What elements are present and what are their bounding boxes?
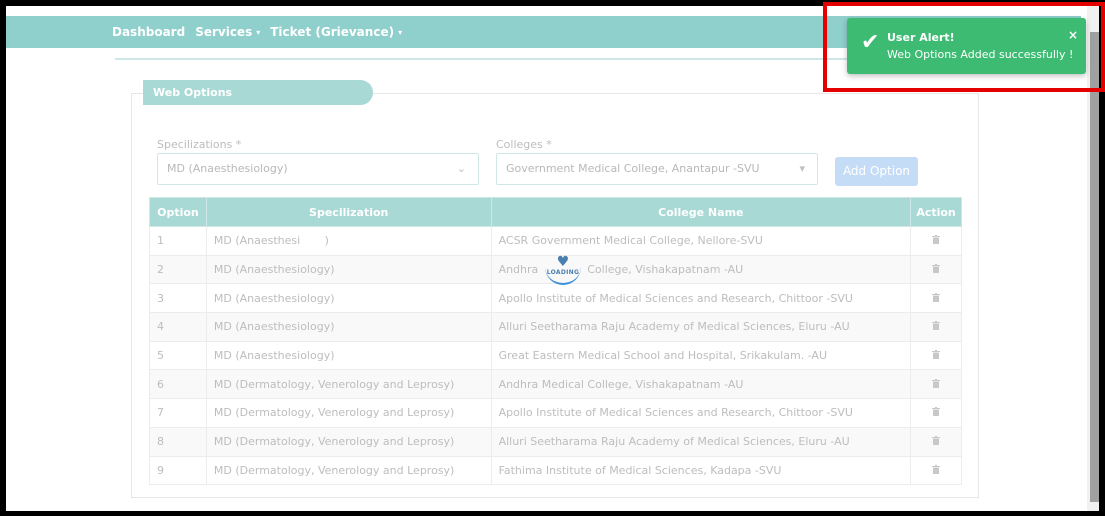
table-row: 6 MD (Dermatology, Venerology and Leprosy… <box>149 369 962 400</box>
nav-ticket-grievance[interactable]: Ticket (Grievance) ▾ <box>270 25 402 39</box>
header-option: Option <box>149 197 207 227</box>
table-row: 4 MD (Anaesthesiology) Alluri Seetharama R… <box>149 312 962 342</box>
trash-icon[interactable] <box>932 349 941 362</box>
chevron-down-icon: ⌄ <box>456 162 466 175</box>
table-row: 1 MD (Anaesthesi ) ACSR Government Medical… <box>149 226 962 256</box>
cell-option: 3 <box>149 283 207 314</box>
table-row: 5 MD (Anaesthesiology) Great Eastern Medic… <box>149 340 962 371</box>
web-options-table: Option Specilization College Name Action… <box>149 197 962 486</box>
college-select[interactable]: Government Medical College, Anantapur -S… <box>496 153 818 185</box>
table-row: 8 MD (Dermatology, Venerology and Leprosy… <box>149 426 962 457</box>
cell-specialization: MD (Anaesthesiology) <box>205 283 492 314</box>
caret-down-icon: ▾ <box>256 28 261 37</box>
trash-icon[interactable] <box>932 378 941 391</box>
cell-action <box>910 254 962 285</box>
header-college-name: College Name <box>490 197 912 227</box>
cell-action <box>910 398 962 428</box>
cell-option: 9 <box>149 455 207 486</box>
trash-icon[interactable] <box>932 263 941 276</box>
cell-action <box>910 369 962 400</box>
cell-action <box>910 455 962 486</box>
caret-down-icon: ▾ <box>799 162 805 175</box>
add-option-button[interactable]: Add Option <box>835 157 918 186</box>
loading-spinner: ♥ LOADING <box>541 255 585 287</box>
cell-action <box>910 283 962 314</box>
cell-specialization: MD (Dermatology, Venerology and Leprosy) <box>205 455 492 486</box>
scrollbar-thumb[interactable] <box>1090 32 1099 502</box>
highlight-box <box>823 2 1105 92</box>
specialization-value: MD (Anaesthesiology) <box>167 162 288 175</box>
cell-option: 6 <box>149 369 207 400</box>
cell-college-name: Fathima Institute of Medical Sciences, K… <box>490 455 912 486</box>
cell-action <box>910 312 962 342</box>
table-row: 3 MD (Anaesthesiology) Apollo Institute of… <box>149 283 962 314</box>
cell-college-name: Alluri Seetharama Raju Academy of Medica… <box>490 312 912 342</box>
nav-services[interactable]: Services ▾ <box>195 25 260 39</box>
cell-specialization: MD (Dermatology, Venerology and Leprosy) <box>205 369 492 400</box>
cell-specialization: MD (Anaesthesiology) <box>205 340 492 371</box>
cell-specialization: MD (Dermatology, Venerology and Leprosy) <box>205 398 492 428</box>
specialization-select[interactable]: MD (Anaesthesiology) ⌄ <box>157 153 479 185</box>
cell-option: 8 <box>149 426 207 457</box>
college-value: Government Medical College, Anantapur -S… <box>506 162 760 175</box>
cell-college-name: Great Eastern Medical School and Hospita… <box>490 340 912 371</box>
specializations-label: Specilizations * <box>157 138 242 151</box>
colleges-label: Colleges * <box>496 138 552 151</box>
cell-option: 7 <box>149 398 207 428</box>
cell-college-name: Apollo Institute of Medical Sciences and… <box>490 283 912 314</box>
trash-icon[interactable] <box>932 464 941 477</box>
cell-action <box>910 426 962 457</box>
cell-option: 1 <box>149 226 207 256</box>
cell-option: 2 <box>149 254 207 285</box>
trash-icon[interactable] <box>932 406 941 419</box>
trash-icon[interactable] <box>932 435 941 448</box>
caret-down-icon: ▾ <box>398 28 403 37</box>
cell-college-name: Andhra Medical College, Vishakapatnam -A… <box>490 369 912 400</box>
table-row: 9 MD (Dermatology, Venerology and Leprosy… <box>149 455 962 486</box>
cell-action <box>910 226 962 256</box>
cell-college-name: Alluri Seetharama Raju Academy of Medica… <box>490 426 912 457</box>
trash-icon[interactable] <box>932 234 941 247</box>
header-action: Action <box>910 197 962 227</box>
cell-college-name: ACSR Government Medical College, Nellore… <box>490 226 912 256</box>
trash-icon[interactable] <box>932 292 941 305</box>
cell-option: 5 <box>149 340 207 371</box>
panel-title: Web Options <box>143 80 373 105</box>
cell-action <box>910 340 962 371</box>
table-row: 7 MD (Dermatology, Venerology and Leprosy… <box>149 398 962 428</box>
trash-icon[interactable] <box>932 320 941 333</box>
spinner-arc <box>545 259 581 285</box>
cell-specialization: MD (Anaesthesi ) <box>205 226 492 256</box>
cell-specialization: MD (Dermatology, Venerology and Leprosy) <box>205 426 492 457</box>
cell-specialization: MD (Anaesthesiology) <box>205 254 492 285</box>
header-specialization: Specilization <box>205 197 492 227</box>
cell-option: 4 <box>149 312 207 342</box>
table-header-row: Option Specilization College Name Action <box>149 197 962 227</box>
nav-dashboard[interactable]: Dashboard <box>112 25 185 39</box>
cell-college-name: Apollo Institute of Medical Sciences and… <box>490 398 912 428</box>
cell-specialization: MD (Anaesthesiology) <box>205 312 492 342</box>
